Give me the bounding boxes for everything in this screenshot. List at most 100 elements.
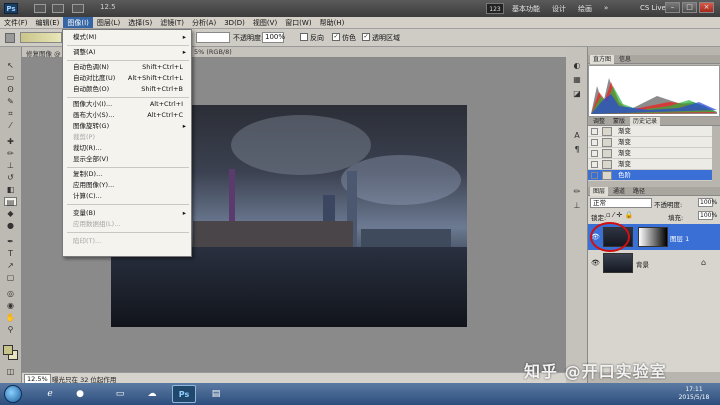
menu-item-mode[interactable]: 模式(M) ▸: [63, 32, 191, 43]
ie-icon[interactable]: ℯ: [38, 385, 62, 403]
menu-3d[interactable]: 3D(D): [220, 17, 249, 28]
eraser-tool-icon[interactable]: ◧: [4, 185, 17, 194]
cloud-app-icon[interactable]: ☁: [140, 385, 164, 403]
menu-image[interactable]: 图像(I): [63, 17, 93, 28]
workspace-painting[interactable]: 绘画: [578, 4, 592, 14]
fill-input[interactable]: 100%: [698, 211, 717, 220]
menu-item-duplicate[interactable]: 复制(D)...: [63, 169, 191, 180]
zoom-level[interactable]: 12.5: [100, 3, 116, 11]
menu-layer[interactable]: 图层(L): [93, 17, 124, 28]
3d-rotate-tool-icon[interactable]: ◎: [4, 289, 17, 298]
browser-icon[interactable]: ●: [68, 385, 92, 403]
eyedropper-tool-icon[interactable]: ⁄: [4, 121, 17, 130]
clone-source-panel-icon[interactable]: ⊥: [572, 201, 582, 210]
menu-select[interactable]: 选择(S): [124, 17, 156, 28]
swatches-panel-icon[interactable]: ▦: [572, 75, 582, 84]
styles-panel-icon[interactable]: ◪: [572, 89, 582, 98]
monitor-icon[interactable]: ▭: [108, 385, 132, 403]
menu-view[interactable]: 视图(V): [249, 17, 281, 28]
history-state[interactable]: 渐变: [588, 159, 712, 170]
menu-window[interactable]: 窗口(W): [281, 17, 315, 28]
tab-channels[interactable]: 通道: [610, 187, 628, 196]
lock-icons[interactable]: ▫ ⁄ ✛ 🔒: [606, 211, 633, 219]
foreground-color-swatch[interactable]: [3, 345, 13, 355]
healing-brush-icon[interactable]: ✚: [4, 137, 17, 146]
dodge-tool-icon[interactable]: ●: [4, 221, 17, 230]
marquee-tool-icon[interactable]: ▭: [4, 73, 17, 82]
menu-item-adjustments[interactable]: 调整(A) ▸: [63, 47, 191, 58]
clone-stamp-icon[interactable]: ⊥: [4, 161, 17, 170]
menu-edit[interactable]: 编辑(E): [32, 17, 64, 28]
tab-history[interactable]: 历史记录: [630, 117, 661, 126]
history-state[interactable]: 渐变: [588, 137, 712, 148]
eye-icon[interactable]: 👁: [591, 259, 600, 267]
menu-filter[interactable]: 滤镜(T): [156, 17, 188, 28]
menu-item-canvas-size[interactable]: 画布大小(S)... Alt+Ctrl+C: [63, 110, 191, 121]
shape-tool-icon[interactable]: ▢: [4, 273, 17, 282]
lasso-tool-icon[interactable]: ʘ: [4, 85, 17, 94]
mini-bridge-icon[interactable]: [52, 4, 64, 13]
layer-name[interactable]: 图层 1: [670, 233, 689, 243]
menu-item-image-rotation[interactable]: 图像旋转(G) ▸: [63, 121, 191, 132]
workspace-essentials[interactable]: 基本功能: [512, 4, 540, 14]
menu-help[interactable]: 帮助(H): [316, 17, 349, 28]
start-button[interactable]: [4, 385, 22, 403]
opacity-input[interactable]: 100%: [262, 32, 285, 43]
bridge-icon[interactable]: [34, 4, 46, 13]
menu-item-auto-tone[interactable]: 自动色调(N) Shift+Ctrl+L: [63, 62, 191, 73]
history-state[interactable]: 渐变: [588, 148, 712, 159]
screen-mode-icon[interactable]: [72, 4, 84, 13]
tab-histogram[interactable]: 直方图: [590, 55, 615, 64]
history-brush-source[interactable]: [591, 172, 598, 179]
menu-item-apply-image[interactable]: 应用图像(Y)...: [63, 180, 191, 191]
workspace-more[interactable]: »: [604, 4, 608, 12]
menu-item-auto-contrast[interactable]: 自动对比度(U) Alt+Shift+Ctrl+L: [63, 73, 191, 84]
reverse-checkbox[interactable]: [300, 33, 308, 41]
gradient-tool-icon[interactable]: ▤: [4, 197, 17, 207]
tab-paths[interactable]: 路径: [630, 187, 648, 196]
move-tool-icon[interactable]: ↖: [4, 61, 17, 70]
history-brush-source[interactable]: [591, 161, 598, 168]
minimize-button[interactable]: –: [665, 2, 680, 13]
menu-item-trim[interactable]: 裁切(R)...: [63, 143, 191, 154]
pen-tool-icon[interactable]: ✒: [4, 237, 17, 246]
quick-select-tool-icon[interactable]: ✎: [4, 97, 17, 106]
gradient-tool-preset-icon[interactable]: [5, 33, 15, 43]
character-panel-icon[interactable]: A: [572, 131, 582, 140]
color-panel-icon[interactable]: ◐: [572, 61, 582, 70]
menu-item-variables[interactable]: 变量(B) ▸: [63, 208, 191, 219]
history-brush-source[interactable]: [591, 139, 598, 146]
menu-analysis[interactable]: 分析(A): [188, 17, 220, 28]
layer-name[interactable]: 背景: [636, 259, 649, 269]
dither-checkbox[interactable]: ✓: [332, 33, 340, 41]
blend-mode-select[interactable]: 正常: [590, 198, 652, 208]
blur-tool-icon[interactable]: ◆: [4, 209, 17, 218]
hand-tool-icon[interactable]: ✋: [4, 313, 17, 322]
explorer-icon[interactable]: ▤: [204, 385, 228, 403]
system-clock[interactable]: 17:11 2015/5/18: [672, 386, 716, 402]
maximize-button[interactable]: □: [682, 2, 697, 13]
photoshop-task-button[interactable]: Ps: [172, 385, 196, 403]
layer-row[interactable]: 👁 背景 ⌂: [588, 250, 720, 276]
tab-masks[interactable]: 蒙版: [610, 117, 628, 126]
cs-live-button[interactable]: CS Live: [640, 4, 666, 12]
paragraph-panel-icon[interactable]: ¶: [572, 145, 582, 154]
3d-orbit-tool-icon[interactable]: ◉: [4, 301, 17, 310]
history-state-selected[interactable]: 色阶: [588, 170, 712, 181]
layer-mask-thumbnail[interactable]: [638, 227, 668, 247]
type-tool-icon[interactable]: T: [4, 249, 17, 258]
transparency-checkbox[interactable]: ✓: [362, 33, 370, 41]
menu-file[interactable]: 文件(F): [0, 17, 32, 28]
brush-panel-icon[interactable]: ✏: [572, 187, 582, 196]
history-state[interactable]: 渐变: [588, 126, 712, 137]
crop-tool-icon[interactable]: ⌗: [4, 109, 17, 118]
quick-mask-icon[interactable]: ◫: [4, 367, 17, 376]
layer-opacity-input[interactable]: 100%: [698, 198, 717, 207]
menu-item-auto-color[interactable]: 自动颜色(O) Shift+Ctrl+B: [63, 84, 191, 95]
menu-item-calculations[interactable]: 计算(C)...: [63, 191, 191, 202]
zoom-tool-icon[interactable]: ⚲: [4, 325, 17, 334]
path-select-tool-icon[interactable]: ↗: [4, 261, 17, 270]
close-button[interactable]: ×: [699, 2, 714, 13]
history-brush-source[interactable]: [591, 150, 598, 157]
tab-info[interactable]: 信息: [616, 55, 634, 64]
